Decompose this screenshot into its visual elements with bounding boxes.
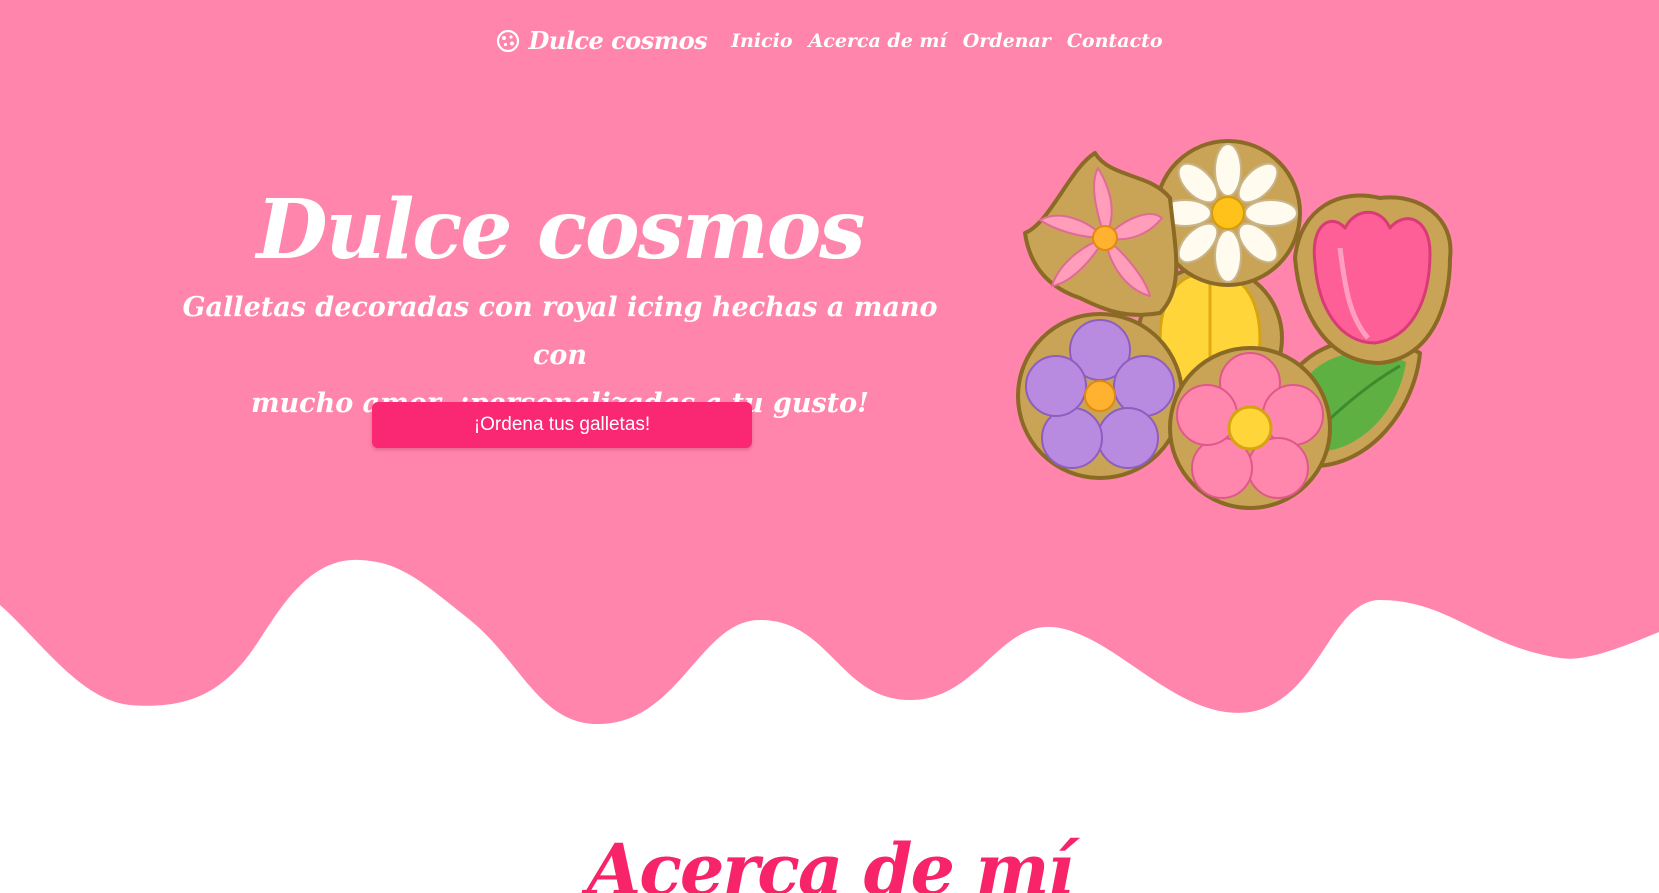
pink-flower-cookie — [1168, 346, 1332, 510]
brand-logo[interactable]: Dulce cosmos — [496, 26, 708, 55]
pink-star-flower-cookie — [1023, 151, 1179, 317]
flower-cookies-illustration — [1016, 139, 1453, 510]
hero-text: Dulce cosmos Galletas decoradas con roya… — [180, 180, 940, 428]
nav-link-contacto[interactable]: Contacto — [1067, 30, 1163, 52]
nav-link-inicio[interactable]: Inicio — [731, 30, 792, 52]
about-section-title: Acerca de mí — [586, 828, 1074, 893]
purple-flower-cookie — [1016, 312, 1184, 480]
brand-name: Dulce cosmos — [528, 26, 708, 55]
hero-title: Dulce cosmos — [256, 182, 866, 278]
order-cookies-button[interactable]: ¡Ordena tus galletas! — [372, 402, 752, 448]
cookie-icon — [497, 29, 520, 52]
hero-section: Dulce cosmos Inicio Acerca de mí Ordenar… — [0, 0, 1659, 740]
main-nav: Dulce cosmos Inicio Acerca de mí Ordenar… — [0, 26, 1659, 55]
pink-tulip-cookie — [1293, 193, 1453, 365]
nav-link-acerca[interactable]: Acerca de mí — [809, 30, 947, 52]
nav-link-ordenar[interactable]: Ordenar — [963, 30, 1051, 52]
page: Dulce cosmos Inicio Acerca de mí Ordenar… — [0, 0, 1659, 893]
hero-subtitle-line1: Galletas decoradas con royal icing hecha… — [182, 292, 938, 371]
